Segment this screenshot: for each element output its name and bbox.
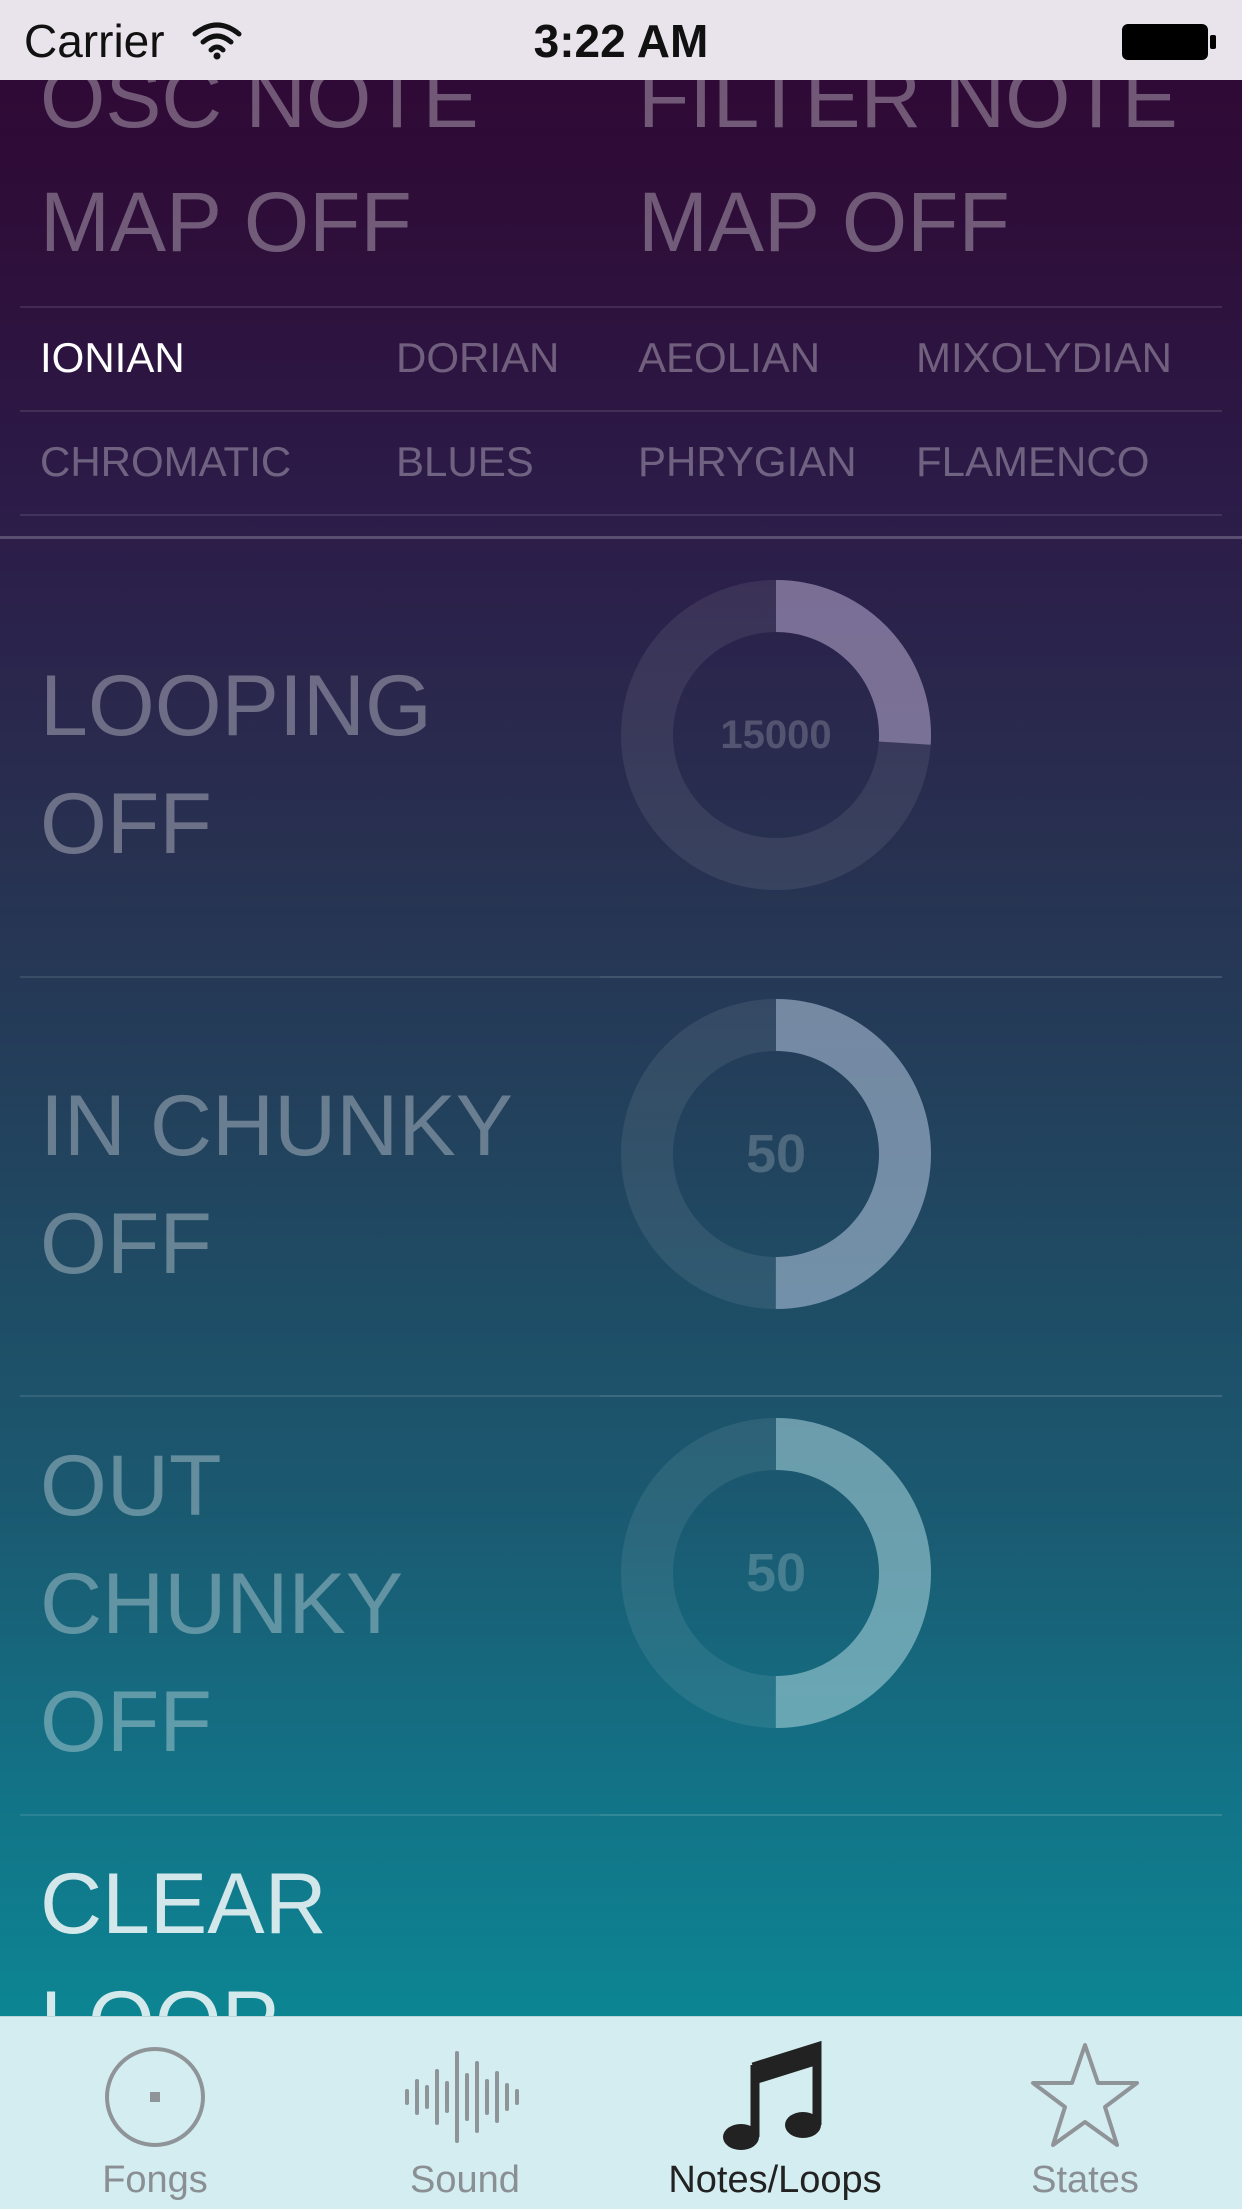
tab-fongs[interactable]: Fongs <box>0 2017 310 2209</box>
out-chunky-knob[interactable]: 50 <box>621 1418 931 1728</box>
scale-ionian[interactable]: IONIAN <box>40 334 185 382</box>
divider <box>20 410 1222 412</box>
music-note-icon <box>715 2037 835 2157</box>
looping-knob-value: 15000 <box>720 713 832 757</box>
divider <box>600 1395 1222 1397</box>
in-chunky-state: OFF <box>40 1196 212 1292</box>
in-chunky-knob[interactable]: 50 <box>621 999 931 1309</box>
osc-note-map-label: OSC NOTE <box>40 80 479 145</box>
tab-label: States <box>1031 2159 1139 2201</box>
clear-loop-label-line2: LOOP <box>40 1962 279 2016</box>
section-divider <box>0 536 1242 539</box>
clear-loop-label-line1: CLEAR <box>40 1856 327 1952</box>
tab-sound[interactable]: Sound <box>310 2017 620 2209</box>
tab-label: Fongs <box>102 2159 208 2201</box>
notes-loops-panel[interactable]: OSC NOTE MAP OFF FILTER NOTE MAP OFF ION… <box>0 80 1242 2016</box>
tab-bar: Fongs Sound Notes/Loops States <box>0 2016 1242 2209</box>
looping-state: OFF <box>40 776 212 872</box>
divider <box>600 1814 1222 1816</box>
out-chunky-state: OFF <box>40 1674 212 1770</box>
scale-phrygian[interactable]: PHRYGIAN <box>638 438 857 486</box>
scale-blues[interactable]: BLUES <box>396 438 534 486</box>
filter-note-map-state: MAP OFF <box>638 175 1010 269</box>
scale-aeolian[interactable]: AEOLIAN <box>638 334 820 382</box>
scale-chromatic[interactable]: CHROMATIC <box>40 438 291 486</box>
in-chunky-label: IN CHUNKY <box>40 1078 514 1174</box>
battery-icon <box>1120 22 1220 67</box>
waveform-icon <box>405 2037 525 2157</box>
divider <box>20 306 1222 308</box>
status-time: 3:22 AM <box>533 15 709 67</box>
osc-note-map-state: MAP OFF <box>40 175 412 269</box>
out-chunky-knob-value: 50 <box>745 1543 807 1603</box>
out-chunky-label-line1: OUT <box>40 1438 222 1534</box>
scale-mixolydian[interactable]: MIXOLYDIAN <box>916 334 1172 382</box>
divider <box>20 1395 600 1397</box>
star-icon <box>1025 2037 1145 2157</box>
filter-note-map-label: FILTER NOTE <box>638 80 1178 145</box>
out-chunky-label-line2: CHUNKY <box>40 1556 404 1652</box>
divider <box>20 976 600 978</box>
tab-notes-loops[interactable]: Notes/Loops <box>620 2017 930 2209</box>
divider <box>20 1814 600 1816</box>
looping-label: LOOPING <box>40 658 432 754</box>
disc-icon <box>95 2037 215 2157</box>
status-bar: Carrier 3:22 AM <box>0 0 1242 80</box>
scale-flamenco[interactable]: FLAMENCO <box>916 438 1149 486</box>
tab-states[interactable]: States <box>930 2017 1240 2209</box>
divider <box>600 976 1222 978</box>
tab-label: Sound <box>410 2159 520 2201</box>
tab-label: Notes/Loops <box>668 2159 882 2201</box>
in-chunky-knob-value: 50 <box>745 1124 807 1184</box>
looping-knob[interactable]: 15000 <box>621 580 931 890</box>
divider <box>20 514 1222 516</box>
scale-dorian[interactable]: DORIAN <box>396 334 559 382</box>
